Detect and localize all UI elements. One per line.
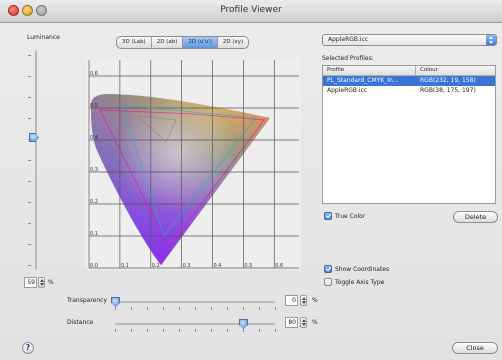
- show-coordinates-checkbox[interactable]: [324, 265, 332, 273]
- slider-tick: [195, 329, 196, 332]
- slider-tick: [131, 329, 132, 332]
- luminance-slider-tick: [28, 160, 31, 161]
- luminance-slider-tick: [28, 76, 31, 77]
- distance-value-field[interactable]: 80: [285, 317, 298, 328]
- y-tick-label: 0.2: [90, 199, 98, 205]
- show-coordinates-label: Show Coordinates: [335, 266, 390, 273]
- delete-button[interactable]: Delete: [453, 211, 498, 223]
- transparency-slider-track[interactable]: [115, 301, 275, 303]
- profile-cell: PL_Standard_CMYK_In...: [327, 77, 399, 84]
- luminance-slider-tick: [28, 55, 31, 56]
- distance-slider-thumb[interactable]: [239, 319, 248, 329]
- popup-arrows-icon: [486, 35, 496, 45]
- x-tick-label: 0.3: [183, 263, 191, 269]
- help-button[interactable]: ?: [22, 342, 34, 354]
- distance-unit: %: [312, 319, 318, 326]
- selected-profiles-table: Profile Colour PL_Standard_CMYK_In... RG…: [322, 65, 496, 204]
- transparency-slider-thumb[interactable]: [111, 297, 120, 307]
- slider-tick: [211, 329, 212, 332]
- luminance-slider-tick: [28, 118, 31, 119]
- profile-popup-value: AppleRGB.icc: [328, 36, 369, 43]
- distance-slider-track[interactable]: [115, 323, 275, 325]
- slider-tick: [243, 307, 244, 310]
- y-tick-label: 0.1: [90, 231, 98, 237]
- tab-2d-uv[interactable]: 2D (u'v'): [183, 37, 218, 48]
- x-tick-label: 0.5: [244, 263, 252, 269]
- slider-tick: [163, 307, 164, 310]
- toggle-axis-type-label: Toggle Axis Type: [335, 279, 385, 286]
- slider-tick: [131, 307, 132, 310]
- true-color-label: True Color: [335, 213, 366, 220]
- y-tick-label: 0.6: [90, 71, 98, 77]
- transparency-label: Transparency: [67, 297, 108, 304]
- transparency-unit: %: [312, 297, 318, 304]
- luminance-value-field[interactable]: 59: [24, 277, 37, 288]
- slider-tick: [115, 307, 116, 310]
- slider-tick: [195, 307, 196, 310]
- y-tick-label: 0.3: [90, 167, 98, 173]
- slider-tick: [179, 307, 180, 310]
- tab-3d-lab[interactable]: 3D (Lab): [117, 37, 152, 48]
- slider-tick: [227, 329, 228, 332]
- toggle-axis-type-checkbox[interactable]: [324, 278, 332, 286]
- slider-tick: [259, 307, 260, 310]
- slider-tick: [259, 329, 260, 332]
- column-header-colour[interactable]: Colour: [416, 66, 495, 75]
- x-tick-label: 0.6: [275, 263, 283, 269]
- luminance-label: Luminance: [27, 34, 60, 41]
- table-header: Profile Colour: [323, 66, 495, 76]
- transparency-value-field[interactable]: 0: [285, 295, 298, 306]
- column-header-profile[interactable]: Profile: [323, 66, 416, 75]
- luminance-slider-tick: [28, 181, 31, 182]
- luminance-slider-thumb[interactable]: [29, 133, 39, 142]
- slider-tick: [115, 329, 116, 332]
- tab-2d-xy[interactable]: 2D (xy): [218, 37, 248, 48]
- luminance-unit: %: [48, 279, 54, 286]
- profile-viewer-window: Profile Viewer Luminance 59 % 3D (Lab) 2…: [0, 0, 502, 360]
- slider-tick: [163, 329, 164, 332]
- luminance-slider-tick: [28, 223, 31, 224]
- luminance-stepper[interactable]: [38, 277, 45, 288]
- tab-2d-ab[interactable]: 2D (ab): [152, 37, 184, 48]
- slider-tick: [147, 329, 148, 332]
- slider-tick: [227, 307, 228, 310]
- close-button[interactable]: Close: [452, 342, 498, 354]
- slider-tick: [147, 307, 148, 310]
- window-title: Profile Viewer: [220, 5, 282, 15]
- luminance-slider-tick: [28, 265, 31, 266]
- slider-tick: [211, 307, 212, 310]
- x-tick-label: 0.4: [214, 263, 222, 269]
- distance-label: Distance: [67, 319, 94, 326]
- colour-cell: RGB(232, 19, 158): [420, 77, 476, 84]
- profile-cell: AppleRGB.icc: [327, 87, 368, 94]
- distance-stepper[interactable]: [300, 317, 307, 328]
- slider-tick: [275, 329, 276, 332]
- x-tick-label: 0.1: [121, 263, 129, 269]
- y-tick-label: 0.4: [90, 135, 98, 141]
- luminance-slider-tick: [28, 97, 31, 98]
- profile-popup[interactable]: AppleRGB.icc: [322, 34, 497, 46]
- selected-profiles-label: Selected Profiles:: [322, 55, 374, 62]
- true-color-checkbox[interactable]: [324, 212, 332, 220]
- table-row[interactable]: PL_Standard_CMYK_In... RGB(232, 19, 158): [323, 76, 495, 86]
- slider-tick: [179, 329, 180, 332]
- title-bar[interactable]: Profile Viewer: [0, 0, 502, 23]
- slider-tick: [275, 307, 276, 310]
- y-tick-label: 0.5: [90, 103, 98, 109]
- chromaticity-diagram[interactable]: 0.0 0.1 0.2 0.3 0.4 0.5 0.6 0.1 0.2 0.3 0.4 0.5 0.6: [86, 58, 301, 270]
- colour-cell: RGB(38, 175, 197): [420, 87, 476, 94]
- luminance-slider-tick: [28, 202, 31, 203]
- slider-tick: [243, 329, 244, 332]
- luminance-slider-track[interactable]: [35, 50, 37, 270]
- table-row[interactable]: AppleRGB.icc RGB(38, 175, 197): [323, 86, 495, 96]
- x-tick-label: 0.2: [152, 263, 160, 269]
- transparency-stepper[interactable]: [300, 295, 307, 306]
- x-tick-label: 0.0: [90, 263, 98, 269]
- luminance-slider-tick: [28, 244, 31, 245]
- chromaticity-svg: 0.0 0.1 0.2 0.3 0.4 0.5 0.6 0.1 0.2 0.3 0.4 0.5 0.6: [86, 58, 301, 270]
- view-mode-tabs: 3D (Lab) 2D (ab) 2D (u'v') 2D (xy): [116, 36, 250, 49]
